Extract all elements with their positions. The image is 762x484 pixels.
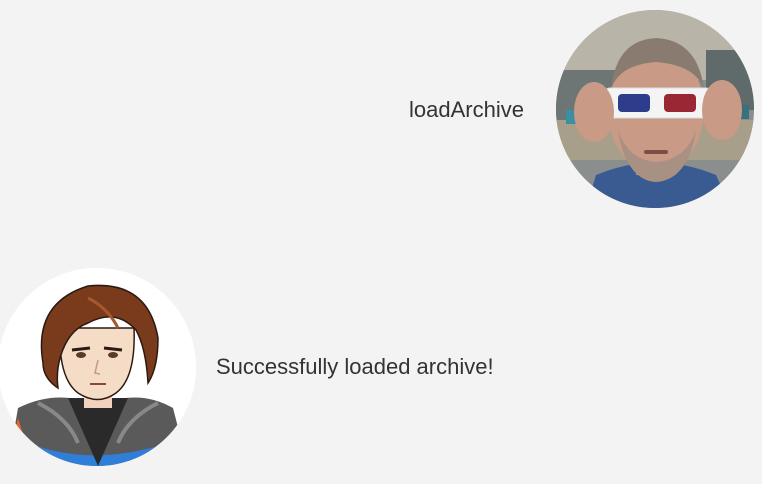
bot-message-text: Successfully loaded archive! [216,354,494,379]
chat-window: loadArchive Successfully loaded archive! [0,0,762,484]
user-photo-avatar-image [556,10,754,208]
user-avatar [556,10,754,208]
user-message-text: loadArchive [409,97,524,122]
anime-character-avatar-image [0,268,196,466]
bot-avatar [0,268,196,466]
